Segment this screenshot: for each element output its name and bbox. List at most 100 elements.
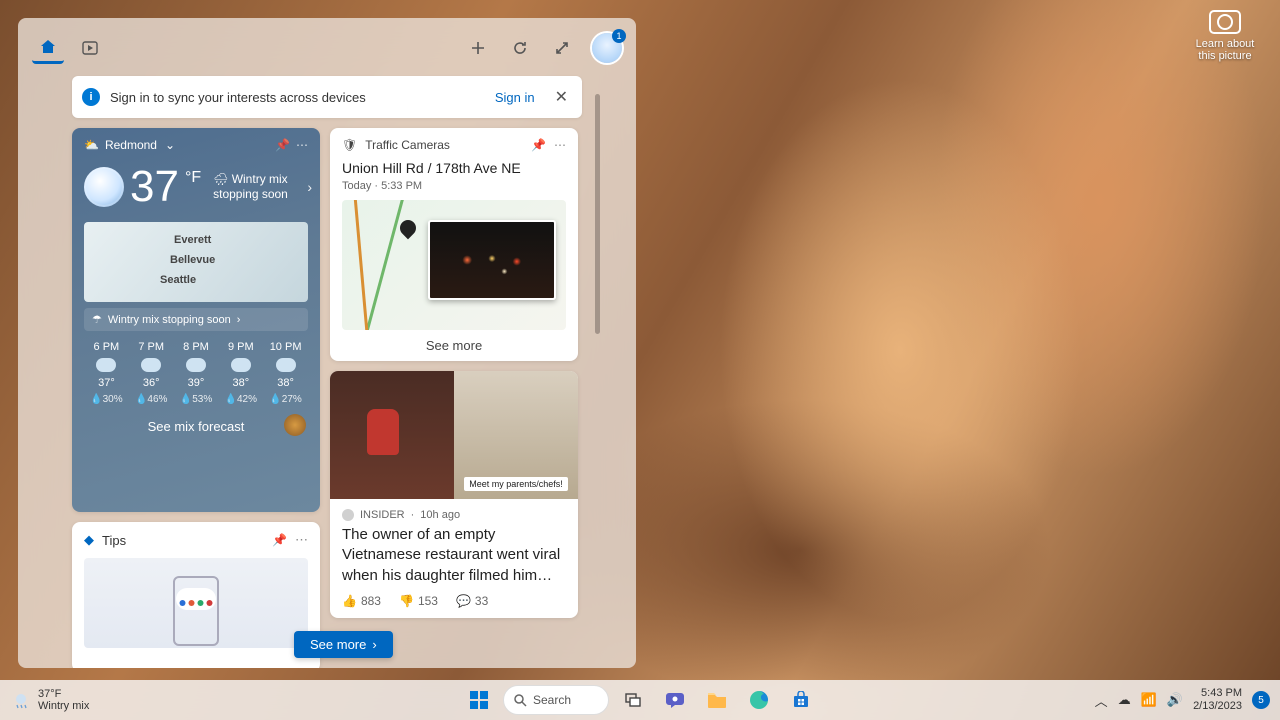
precip-icon (186, 358, 206, 372)
fullscreen-orb[interactable] (284, 414, 306, 436)
refresh-button[interactable] (504, 32, 536, 64)
learn-about-picture[interactable]: Learn about this picture (1190, 10, 1260, 62)
taskbar-edge[interactable] (741, 684, 777, 716)
taskbar-notifications[interactable]: 5 (1252, 691, 1270, 709)
expand-icon (554, 40, 570, 56)
signin-close[interactable]: ✕ (551, 83, 572, 111)
weather-hour[interactable]: 6 PM37°💧30% (84, 341, 129, 405)
widgets-scrollbar[interactable] (595, 94, 600, 334)
weather-icon (12, 691, 30, 709)
tray-volume-icon[interactable]: 🔊 (1167, 692, 1183, 708)
signin-link[interactable]: Sign in (495, 90, 535, 105)
weather-alert[interactable]: ☂ Wintry mix stopping soon › (84, 308, 308, 331)
edge-icon (749, 690, 769, 710)
widgets-home-tab[interactable] (32, 32, 64, 64)
weather-hourly: 6 PM37°💧30% 7 PM36°💧46% 8 PM39°💧53% 9 PM… (84, 341, 308, 405)
pin-icon[interactable]: 📌 (275, 138, 290, 152)
tips-card[interactable]: ◆ Tips 📌 ⋯ (72, 522, 320, 668)
traffic-cam-name: Union Hill Rd / 178th Ave NE (342, 160, 566, 176)
taskbar-tray: ︿ ☁ 📶 🔊 5:43 PM 2/13/2023 5 (1095, 687, 1280, 712)
weather-hour[interactable]: 10 PM38°💧27% (263, 341, 308, 405)
widgets-header: 1 (26, 26, 628, 70)
more-icon[interactable]: ⋯ (554, 138, 566, 152)
more-icon[interactable]: ⋯ (296, 138, 308, 152)
weather-location: Redmond (105, 138, 157, 152)
weather-hour[interactable]: 9 PM38°💧42% (218, 341, 263, 405)
taskbar-search-label: Search (533, 693, 571, 707)
map-pin-icon (397, 217, 420, 240)
tray-chevron-up-icon[interactable]: ︿ (1095, 691, 1108, 710)
signin-banner: i Sign in to sync your interests across … (72, 76, 582, 118)
start-button[interactable] (461, 684, 497, 716)
task-view-icon (624, 691, 642, 709)
traffic-cam-thumbnail[interactable] (428, 220, 556, 300)
taskbar-weather-cond: Wintry mix (38, 700, 89, 712)
taskbar-chat[interactable] (657, 684, 693, 716)
tips-title: Tips (102, 533, 126, 548)
tips-icon: ◆ (84, 532, 94, 548)
umbrella-icon: ☂ (92, 313, 102, 326)
windows-icon (469, 690, 489, 710)
map-city-label: Seattle (160, 274, 196, 286)
weather-hour[interactable]: 8 PM39°💧53% (174, 341, 219, 405)
chevron-right-icon[interactable]: › (307, 179, 312, 195)
signin-message: Sign in to sync your interests across de… (110, 90, 485, 105)
taskbar-explorer[interactable] (699, 684, 735, 716)
map-city-label: Everett (174, 234, 211, 246)
info-icon: i (82, 88, 100, 106)
pin-icon[interactable]: 📌 (531, 138, 546, 152)
weather-hour[interactable]: 7 PM36°💧46% (129, 341, 174, 405)
weather-condition-icon (84, 167, 124, 207)
more-icon[interactable]: ⋯ (295, 532, 308, 548)
traffic-card[interactable]: 🛡 Traffic Cameras 📌 ⋯ Union Hill Rd / 17… (330, 128, 578, 361)
tray-wifi-icon[interactable]: 📶 (1141, 692, 1157, 708)
comment-icon: 💬 (456, 594, 471, 608)
weather-card[interactable]: ⛅ Redmond ⌄ 📌 ⋯ 37 °F 🌧 Wintry mix stopp… (72, 128, 320, 512)
add-widget-button[interactable] (462, 32, 494, 64)
camera-icon (1209, 10, 1241, 34)
widgets-panel: 1 i Sign in to sync your interests acros… (18, 18, 636, 668)
news-headline[interactable]: The owner of an empty Vietnamese restaur… (330, 525, 578, 586)
news-card[interactable]: Meet my parents/chefs! INSIDER · 10h ago… (330, 371, 578, 618)
chat-icon (665, 690, 685, 710)
expand-button[interactable] (546, 32, 578, 64)
plus-icon (470, 40, 486, 56)
weather-temp: 37 (130, 162, 179, 212)
learn-label: Learn about this picture (1190, 38, 1260, 62)
weather-footer-link[interactable]: See mix forecast (84, 419, 308, 434)
taskbar-search[interactable]: Search (503, 685, 609, 715)
taskbar: 37°F Wintry mix Search ︿ ☁ 📶 🔊 (0, 680, 1280, 720)
weather-unit: °F (185, 169, 201, 187)
traffic-cam-time: Today · 5:33 PM (342, 180, 566, 192)
news-comments[interactable]: 💬33 (456, 594, 488, 608)
task-view-button[interactable] (615, 684, 651, 716)
traffic-see-more[interactable]: See more (342, 338, 566, 353)
chevron-down-icon[interactable]: ⌄ (165, 138, 175, 152)
taskbar-weather-temp: 37°F (38, 688, 89, 700)
search-icon (514, 694, 527, 707)
taskbar-weather[interactable]: 37°F Wintry mix (0, 688, 89, 712)
taskbar-clock[interactable]: 5:43 PM 2/13/2023 (1193, 687, 1242, 712)
precip-icon (276, 358, 296, 372)
traffic-title: Traffic Cameras (365, 138, 450, 152)
see-more-button[interactable]: See more › (294, 631, 393, 658)
news-source-icon (342, 509, 354, 521)
taskbar-date: 2/13/2023 (1193, 700, 1242, 713)
folder-icon (707, 691, 727, 709)
taskbar-time: 5:43 PM (1193, 687, 1242, 700)
widgets-watch-tab[interactable] (74, 32, 106, 64)
traffic-map[interactable] (342, 200, 566, 330)
refresh-icon (512, 40, 528, 56)
taskbar-store[interactable] (783, 684, 819, 716)
news-age: 10h ago (420, 509, 460, 521)
precip-icon (231, 358, 251, 372)
news-dislike[interactable]: 👎153 (399, 594, 438, 608)
thumbs-up-icon: 👍 (342, 594, 357, 608)
pin-icon[interactable]: 📌 (272, 533, 287, 547)
news-like[interactable]: 👍883 (342, 594, 381, 608)
precip-icon (141, 358, 161, 372)
map-city-label: Bellevue (170, 254, 215, 266)
tray-onedrive-icon[interactable]: ☁ (1118, 692, 1131, 708)
profile-avatar[interactable]: 1 (592, 33, 622, 63)
weather-map[interactable]: Everett Bellevue Seattle (84, 222, 308, 302)
